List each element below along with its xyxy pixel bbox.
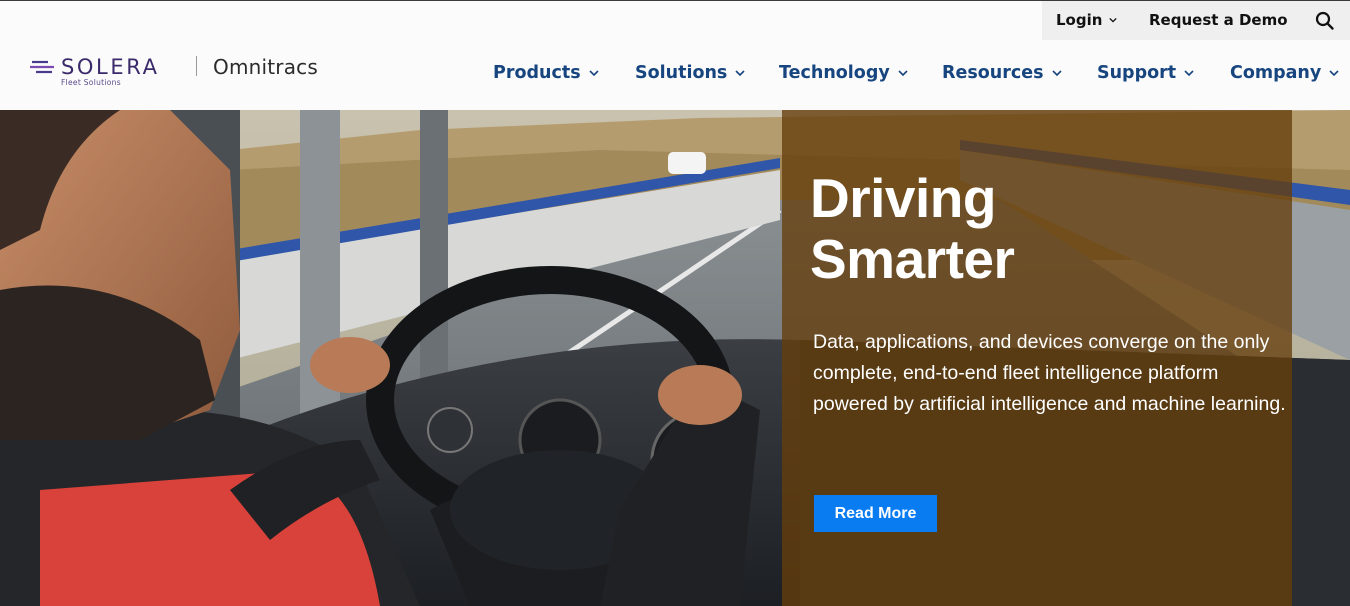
chevron-down-icon	[1051, 70, 1062, 77]
nav-item-solutions[interactable]: Solutions	[635, 63, 745, 83]
chevron-down-icon	[1109, 17, 1118, 23]
login-link[interactable]: Login	[1056, 11, 1118, 29]
nav-item-support[interactable]: Support	[1097, 63, 1194, 83]
nav-item-company[interactable]: Company	[1230, 63, 1339, 83]
chevron-down-icon	[589, 70, 599, 77]
chevron-down-icon	[1329, 70, 1339, 77]
chevron-down-icon	[898, 70, 908, 77]
main-nav: Products Solutions Technology Resources …	[0, 63, 1350, 87]
nav-item-label: Resources	[942, 63, 1044, 83]
read-more-button[interactable]: Read More	[814, 495, 937, 532]
request-demo-label: Request a Demo	[1149, 11, 1288, 29]
nav-item-label: Products	[493, 63, 581, 83]
hero-title: Driving Smarter	[810, 168, 1270, 290]
hero-banner: Driving Smarter Data, applications, and …	[0, 110, 1350, 606]
hero-content-panel: Driving Smarter Data, applications, and …	[782, 110, 1292, 606]
nav-item-label: Solutions	[635, 63, 728, 83]
hero-description: Data, applications, and devices converge…	[813, 331, 1286, 415]
search-icon	[1315, 11, 1334, 30]
chevron-down-icon	[1184, 70, 1194, 77]
nav-item-label: Technology	[779, 63, 890, 83]
nav-item-products[interactable]: Products	[493, 63, 599, 83]
utility-nav: Login Request a Demo	[1042, 1, 1350, 40]
search-button[interactable]	[1314, 10, 1336, 32]
nav-item-resources[interactable]: Resources	[942, 63, 1062, 83]
hero-title-line1: Driving	[810, 167, 996, 229]
chevron-down-icon	[735, 70, 745, 77]
nav-item-label: Support	[1097, 63, 1177, 83]
login-label: Login	[1056, 11, 1103, 29]
nav-item-label: Company	[1230, 63, 1322, 83]
request-demo-link[interactable]: Request a Demo	[1149, 11, 1288, 29]
hero-title-line2: Smarter	[810, 228, 1015, 290]
nav-item-technology[interactable]: Technology	[779, 63, 908, 83]
